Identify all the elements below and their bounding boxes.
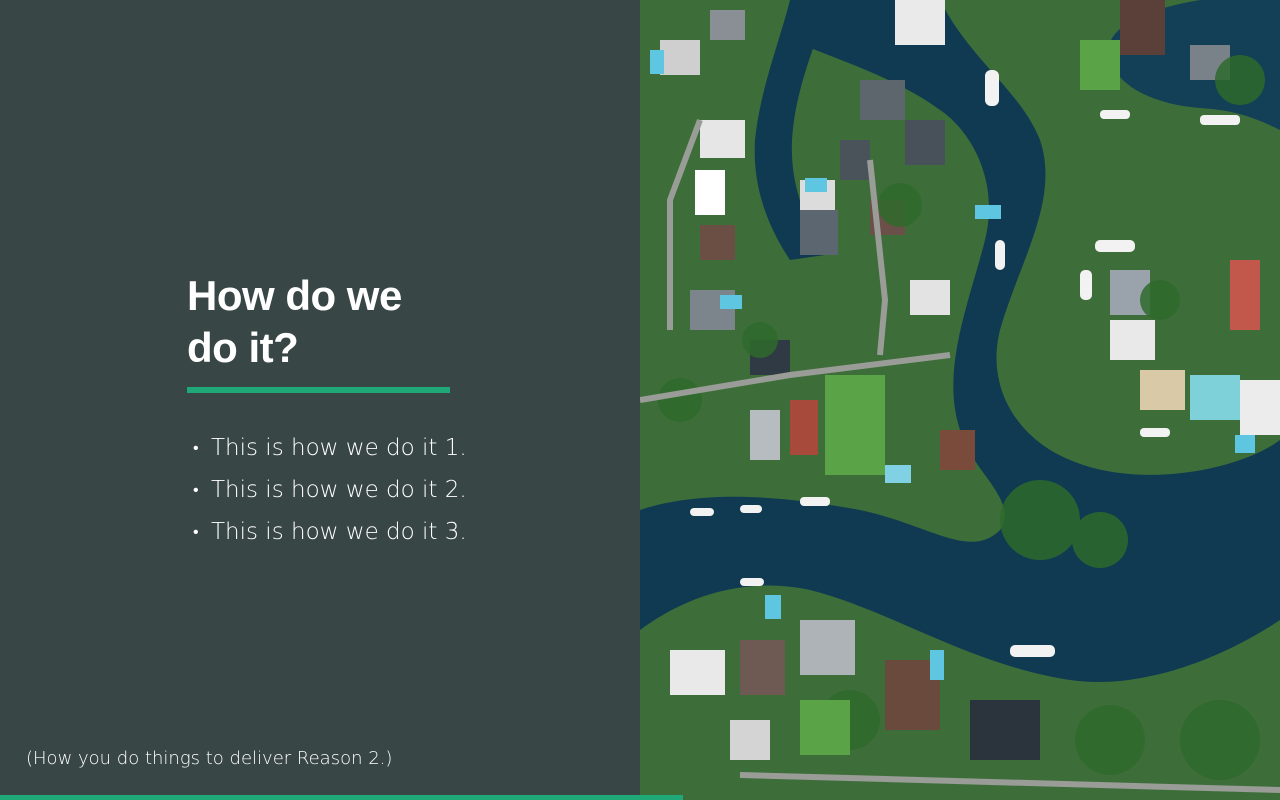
bullet-item: • This is how we do it 2. (193, 469, 467, 511)
bullet-dot-icon: • (193, 522, 199, 541)
slide-title-line-2: do it? (187, 324, 299, 371)
bullet-item: • This is how we do it 3. (193, 511, 467, 553)
bullet-text: This is how we do it 2. (211, 477, 467, 503)
slide-title: How do we do it? (187, 270, 517, 374)
aerial-photo (640, 0, 1280, 800)
bullet-text: This is how we do it 3. (211, 519, 467, 545)
bottom-accent-bar (0, 795, 683, 800)
bullet-item: • This is how we do it 1. (193, 427, 467, 469)
footnote: (How you do things to deliver Reason 2.) (26, 748, 393, 769)
bullet-dot-icon: • (193, 480, 199, 499)
bullet-dot-icon: • (193, 438, 199, 457)
bullet-text: This is how we do it 1. (211, 435, 467, 461)
bullet-list: • This is how we do it 1. • This is how … (193, 427, 467, 553)
slide: How do we do it? • This is how we do it … (0, 0, 1280, 800)
aerial-photo-illustration (640, 0, 1280, 800)
text-panel: How do we do it? • This is how we do it … (0, 0, 640, 800)
title-underline (187, 387, 450, 393)
slide-title-line-1: How do we (187, 272, 402, 319)
